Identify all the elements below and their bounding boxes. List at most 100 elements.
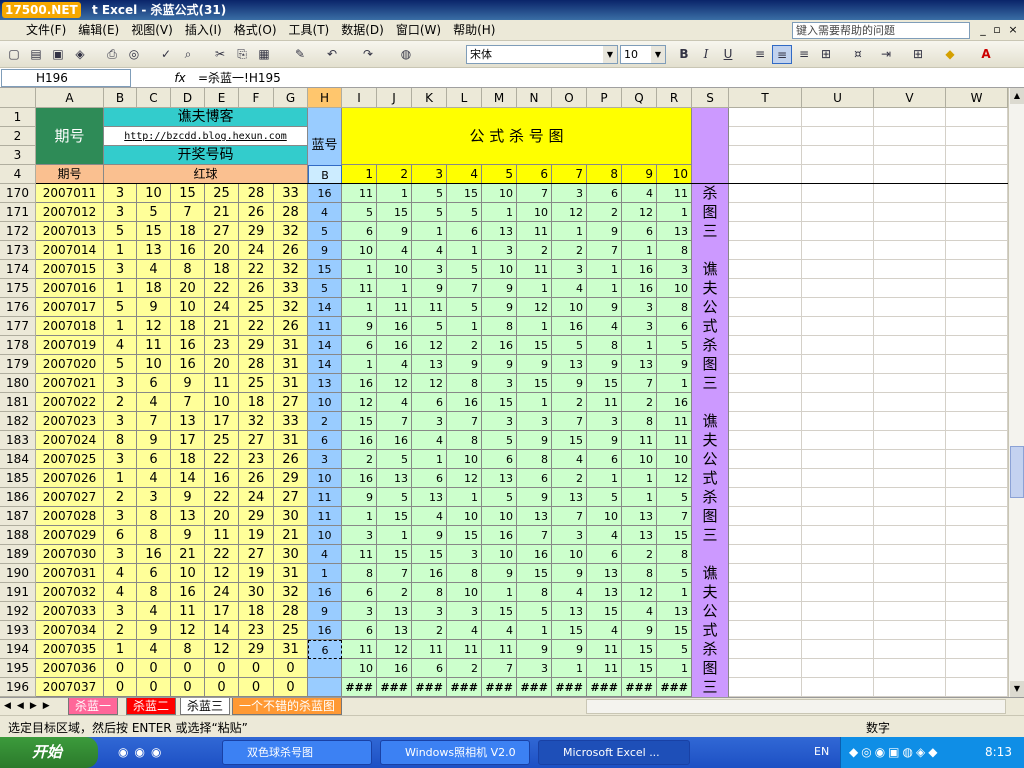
formula-value-cell[interactable]: 1 [342, 260, 377, 279]
empty-cell[interactable] [946, 602, 1008, 621]
empty-cell[interactable] [874, 602, 946, 621]
tab-good-chart[interactable]: 一个不错的杀蓝图 [232, 698, 343, 715]
formula-value-cell[interactable]: 3 [482, 412, 517, 431]
empty-cell[interactable] [874, 678, 946, 697]
formula-value-cell[interactable]: 5 [587, 488, 622, 507]
red-ball-cell[interactable]: 25 [239, 298, 274, 317]
formula-value-cell[interactable]: 13 [657, 222, 692, 241]
empty-cell[interactable] [946, 184, 1008, 203]
red-ball-cell[interactable]: 10 [205, 393, 239, 412]
formula-value-cell[interactable]: 6 [482, 450, 517, 469]
formula-value-cell[interactable]: 11 [377, 298, 412, 317]
formula-value-cell[interactable]: ### [447, 678, 482, 697]
formula-value-cell[interactable]: 16 [342, 469, 377, 488]
formula-value-cell[interactable]: 12 [622, 203, 657, 222]
side-text-cell[interactable]: 三 [692, 678, 729, 697]
row-header[interactable]: 185 [0, 469, 36, 488]
empty-cell[interactable] [802, 526, 874, 545]
formula-value-cell[interactable]: 6 [587, 450, 622, 469]
row-header[interactable]: 4 [0, 165, 36, 184]
formula-value-cell[interactable]: 9 [412, 526, 447, 545]
empty-cell[interactable] [802, 317, 874, 336]
formula-value-cell[interactable]: 1 [552, 222, 587, 241]
formula-value-cell[interactable]: 1 [657, 374, 692, 393]
formula-value-cell[interactable]: 7 [517, 526, 552, 545]
formula-value-cell[interactable]: 10 [482, 545, 517, 564]
side-text-cell[interactable]: 式 [692, 621, 729, 640]
formula-value-cell[interactable]: 9 [517, 431, 552, 450]
formula-value-cell[interactable]: 1 [622, 241, 657, 260]
formula-value-cell[interactable]: 13 [517, 507, 552, 526]
blue-ball-cell[interactable]: 4 [308, 203, 342, 222]
red-ball-cell[interactable]: 18 [239, 602, 274, 621]
red-ball-cell[interactable]: 19 [239, 564, 274, 583]
formula-value-cell[interactable]: 5 [447, 298, 482, 317]
formula-value-cell[interactable]: 12 [622, 583, 657, 602]
empty-cell[interactable] [729, 488, 802, 507]
red-ball-cell[interactable]: 6 [137, 450, 171, 469]
red-ball-cell[interactable]: 12 [171, 621, 205, 640]
issue-number-cell[interactable]: 2007034 [36, 621, 104, 640]
empty-cell[interactable] [729, 260, 802, 279]
save-icon[interactable]: ▣ [48, 45, 68, 64]
blue-ball-cell[interactable]: 11 [308, 507, 342, 526]
red-ball-cell[interactable]: 26 [274, 450, 308, 469]
formula-value-cell[interactable]: 9 [412, 279, 447, 298]
blue-ball-cell[interactable]: 10 [308, 393, 342, 412]
side-text-cell[interactable]: 杀 [692, 640, 729, 659]
column-header[interactable]: P [587, 88, 622, 108]
red-ball-cell[interactable]: 20 [171, 279, 205, 298]
fill-color-icon[interactable]: ◆ [940, 45, 960, 64]
formula-value-cell[interactable]: ### [482, 678, 517, 697]
empty-cell[interactable] [946, 355, 1008, 374]
merge-center-icon[interactable]: ⊞ [816, 45, 836, 64]
formula-value-cell[interactable]: 10 [377, 260, 412, 279]
formula-value-cell[interactable]: 1 [377, 279, 412, 298]
formula-value-cell[interactable]: 6 [517, 469, 552, 488]
red-ball-cell[interactable]: 12 [205, 564, 239, 583]
issue-number-cell[interactable]: 2007033 [36, 602, 104, 621]
formula-col-number[interactable]: 9 [622, 165, 657, 184]
horizontal-scrollbar[interactable] [586, 699, 1006, 714]
blue-ball-cell[interactable]: 16 [308, 621, 342, 640]
formula-value-cell[interactable]: 9 [552, 564, 587, 583]
formula-value-cell[interactable]: 7 [622, 374, 657, 393]
blue-ball-cell[interactable]: 2 [308, 412, 342, 431]
empty-cell[interactable] [946, 203, 1008, 222]
formula-value-cell[interactable]: 15 [447, 184, 482, 203]
formula-value-cell[interactable]: 15 [517, 564, 552, 583]
formula-value-cell[interactable]: 9 [587, 222, 622, 241]
empty-cell[interactable] [729, 184, 802, 203]
side-text-cell[interactable]: 谯 [692, 260, 729, 279]
red-ball-cell[interactable]: 29 [239, 336, 274, 355]
row-header[interactable]: 178 [0, 336, 36, 355]
formula-value-cell[interactable]: 5 [377, 488, 412, 507]
formula-value-cell[interactable]: 15 [482, 602, 517, 621]
formula-value-cell[interactable]: 16 [552, 317, 587, 336]
formula-value-cell[interactable]: 13 [412, 488, 447, 507]
formula-value-cell[interactable]: 1 [622, 488, 657, 507]
red-ball-cell[interactable]: 26 [274, 241, 308, 260]
red-ball-cell[interactable]: 6 [104, 526, 137, 545]
column-header[interactable]: M [482, 88, 517, 108]
formula-value-cell[interactable]: ### [657, 678, 692, 697]
blue-ball-cell[interactable]: 9 [308, 602, 342, 621]
red-ball-cell[interactable]: 16 [137, 545, 171, 564]
red-ball-cell[interactable]: 16 [205, 469, 239, 488]
formula-value-cell[interactable]: 15 [587, 374, 622, 393]
formula-value-cell[interactable]: 1 [517, 393, 552, 412]
red-ball-cell[interactable]: 4 [104, 336, 137, 355]
empty-cell[interactable] [802, 412, 874, 431]
empty-cell[interactable] [874, 488, 946, 507]
formula-value-cell[interactable]: 13 [587, 564, 622, 583]
red-ball-cell[interactable]: 5 [137, 203, 171, 222]
formula-value-cell[interactable]: 6 [622, 222, 657, 241]
red-ball-cell[interactable]: 23 [239, 621, 274, 640]
red-ball-cell[interactable]: 14 [171, 469, 205, 488]
empty-cell[interactable] [729, 659, 802, 678]
row-header[interactable]: 1 [0, 108, 36, 127]
formula-value-cell[interactable]: 12 [342, 393, 377, 412]
formula-value-cell[interactable]: 11 [517, 222, 552, 241]
formula-value-cell[interactable]: 9 [342, 317, 377, 336]
formula-value-cell[interactable]: 1 [587, 279, 622, 298]
